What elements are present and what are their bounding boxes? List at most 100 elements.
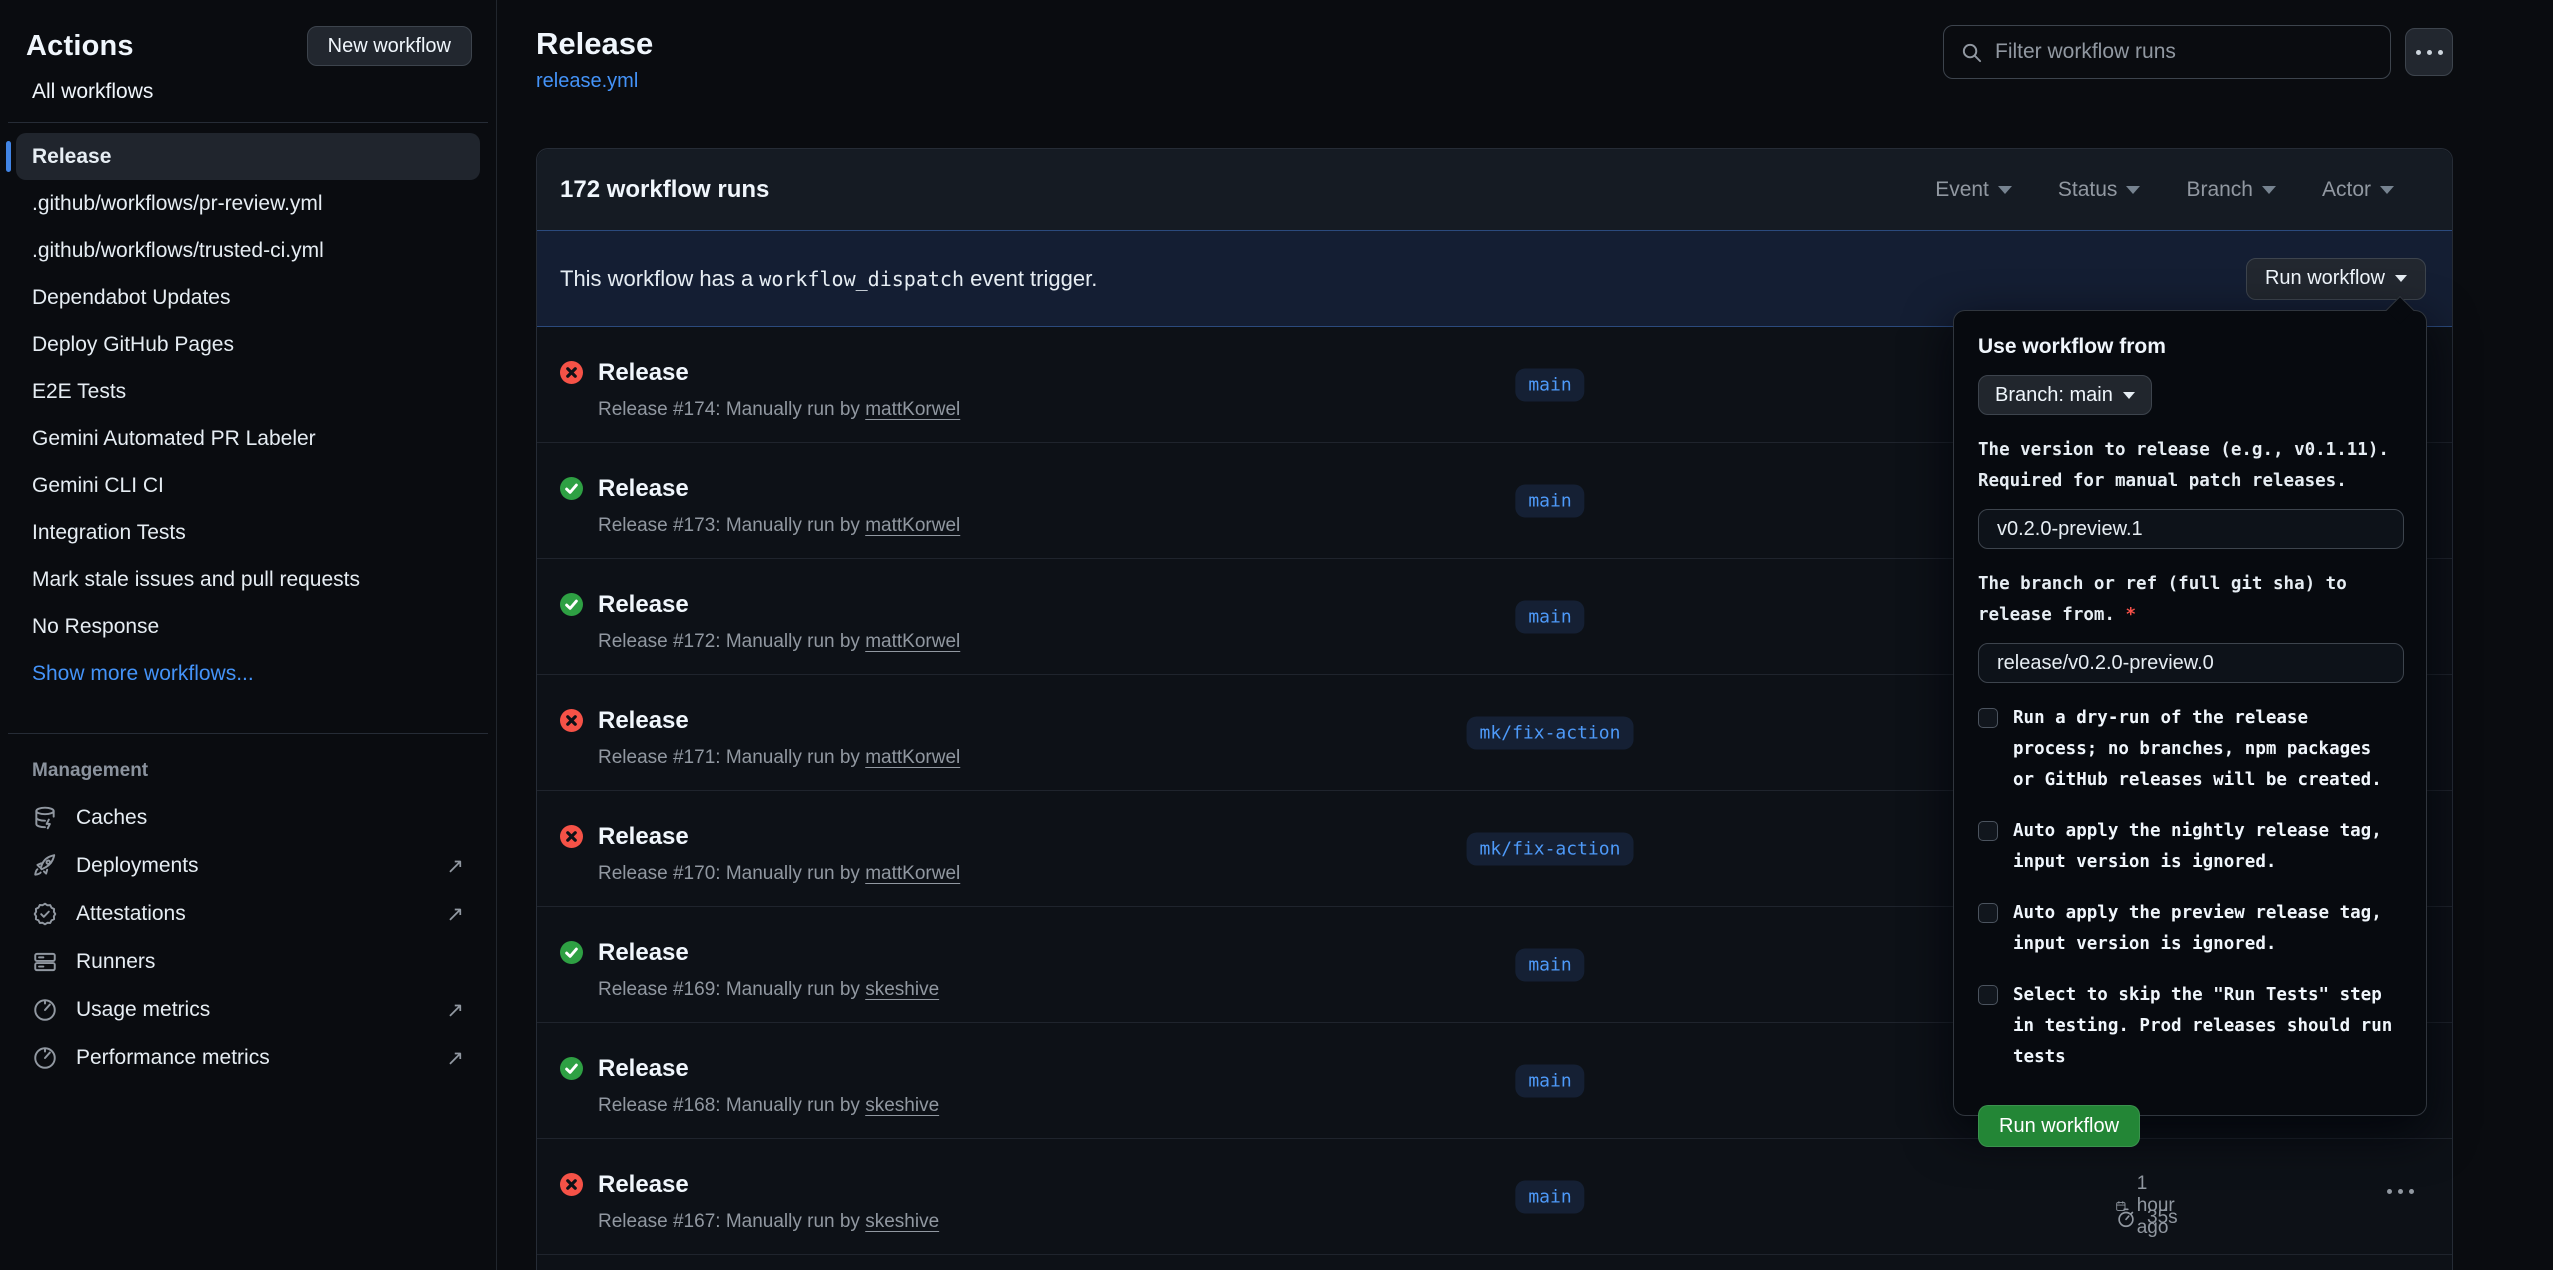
run-status-icon [560,477,583,500]
ref-field-description: The branch or ref (full git sha) to rele… [1978,569,2404,631]
ref-input[interactable] [1978,643,2404,683]
actor-link[interactable]: skeshive [865,979,939,1000]
run-options-kebab-icon[interactable] [2387,1189,2414,1194]
server-icon [32,949,58,975]
filter-event[interactable]: Event [1935,178,2012,202]
run-title[interactable]: Release [598,359,689,387]
sidebar-item-workflow[interactable]: .github/workflows/pr-review.yml [16,180,480,227]
sidebar-title: Actions [26,30,134,63]
run-status-icon [560,825,583,848]
chevron-down-icon [2395,275,2407,282]
run-title[interactable]: Release [598,1171,689,1199]
checkbox-row: Select to skip the "Run Tests" step in t… [1978,980,2402,1073]
checkbox-label: Auto apply the preview release tag, inpu… [2013,898,2398,960]
run-subtitle: Release #169: Manually run by skeshive [598,979,939,1001]
sidebar-item-all-workflows[interactable]: All workflows [0,66,496,122]
actor-link[interactable]: mattKorwel [865,399,960,420]
branch-badge[interactable]: mk/fix-action [1467,832,1634,865]
new-workflow-button[interactable]: New workflow [307,26,472,66]
dropdown-checkboxes: Run a dry-run of the release process; no… [1978,703,2402,1073]
sidebar-item-workflow[interactable]: No Response [16,603,480,650]
meter-icon [32,997,58,1023]
actor-link[interactable]: mattKorwel [865,747,960,768]
sidebar-item-workflow[interactable]: Gemini Automated PR Labeler [16,415,480,462]
sidebar-item-workflow[interactable]: .github/workflows/trusted-ci.yml [16,227,480,274]
sidebar-item-workflow[interactable]: Integration Tests [16,509,480,556]
database-icon [32,805,58,831]
sidebar-item-runners[interactable]: Runners [16,938,480,986]
sidebar-item-usage-metrics[interactable]: Usage metrics↗ [16,986,480,1034]
sidebar-item-attestations[interactable]: Attestations↗ [16,890,480,938]
sidebar-item-deployments[interactable]: Deployments↗ [16,842,480,890]
branch-badge[interactable]: main [1515,1180,1584,1213]
verified-icon [32,901,58,927]
actor-link[interactable]: mattKorwel [865,515,960,536]
version-input[interactable] [1978,509,2404,549]
filter-runs-input[interactable] [1995,40,2374,64]
run-status-icon [560,593,583,616]
run-status-icon [560,941,583,964]
run-title[interactable]: Release [598,1055,689,1083]
run-subtitle: Release #170: Manually run by mattKorwel [598,863,960,885]
sidebar-item-workflow[interactable]: Dependabot Updates [16,274,480,321]
branch-badge[interactable]: main [1515,484,1584,517]
run-title[interactable]: Release [598,707,689,735]
filter-runs-searchbox[interactable] [1943,25,2391,79]
sidebar-item-caches[interactable]: Caches [16,794,480,842]
actor-link[interactable]: skeshive [865,1095,939,1116]
run-subtitle: Release #168: Manually run by skeshive [598,1095,939,1117]
run-duration: 35s [2147,1207,2178,1229]
actor-link[interactable]: skeshive [865,1211,939,1232]
sidebar-item-workflow[interactable]: E2E Tests [16,368,480,415]
branch-badge[interactable]: main [1515,948,1584,981]
checkbox[interactable] [1978,903,1998,923]
chevron-down-icon [2123,392,2135,399]
sidebar-item-workflow[interactable]: Release [16,133,480,180]
run-workflow-submit-button[interactable]: Run workflow [1978,1105,2140,1147]
branch-badge[interactable]: main [1515,368,1584,401]
actor-link[interactable]: mattKorwel [865,863,960,884]
branch-badge[interactable]: mk/fix-action [1467,716,1634,749]
workflow-file-link[interactable]: release.yml [536,70,638,93]
run-title[interactable]: Release [598,823,689,851]
branch-badge[interactable]: main [1515,600,1584,633]
run-status-icon [560,1173,583,1196]
kebab-icon [2416,50,2443,55]
sidebar-item-workflow[interactable]: Mark stale issues and pull requests [16,556,480,603]
run-title[interactable]: Release [598,939,689,967]
chevron-down-icon [2262,186,2276,194]
checkbox-label: Auto apply the nightly release tag, inpu… [2013,816,2398,878]
chevron-down-icon [2126,186,2140,194]
checkbox-row: Auto apply the preview release tag, inpu… [1978,898,2402,960]
version-field-description: The version to release (e.g., v0.1.11). … [1978,435,2404,497]
workflow-options-button[interactable] [2405,28,2453,76]
checkbox[interactable] [1978,708,1998,728]
sidebar-item-performance-metrics[interactable]: Performance metrics↗ [16,1034,480,1082]
external-link-icon: ↗ [446,998,464,1023]
checkbox[interactable] [1978,985,1998,1005]
run-title[interactable]: Release [598,475,689,503]
rocket-icon [32,853,58,879]
sidebar-show-more-link[interactable]: Show more workflows... [16,650,480,697]
filter-branch[interactable]: Branch [2186,178,2276,202]
filter-status[interactable]: Status [2058,178,2141,202]
branch-badge[interactable]: main [1515,1064,1584,1097]
run-subtitle: Release #173: Manually run by mattKorwel [598,515,960,537]
run-filters: Event Status Branch Actor [1935,178,2394,202]
run-workflow-dropdown-button[interactable]: Run workflow [2246,258,2426,300]
chevron-down-icon [2380,186,2394,194]
use-workflow-from-label: Use workflow from [1978,335,2402,359]
branch-selector-button[interactable]: Branch: main [1978,375,2152,415]
checkbox[interactable] [1978,821,1998,841]
sidebar-item-workflow[interactable]: Gemini CLI CI [16,462,480,509]
actions-sidebar: Actions New workflow All workflows Relea… [0,0,497,1270]
checkbox-row: Run a dry-run of the release process; no… [1978,703,2402,796]
sidebar-item-workflow[interactable]: Deploy GitHub Pages [16,321,480,368]
meter-icon [32,1045,58,1071]
workflow-run-row[interactable]: Release Release #167: Manually run by sk… [537,1139,2452,1255]
filter-actor[interactable]: Actor [2322,178,2394,202]
actor-link[interactable]: mattKorwel [865,631,960,652]
run-title[interactable]: Release [598,591,689,619]
external-link-icon: ↗ [446,854,464,879]
external-link-icon: ↗ [446,1046,464,1071]
